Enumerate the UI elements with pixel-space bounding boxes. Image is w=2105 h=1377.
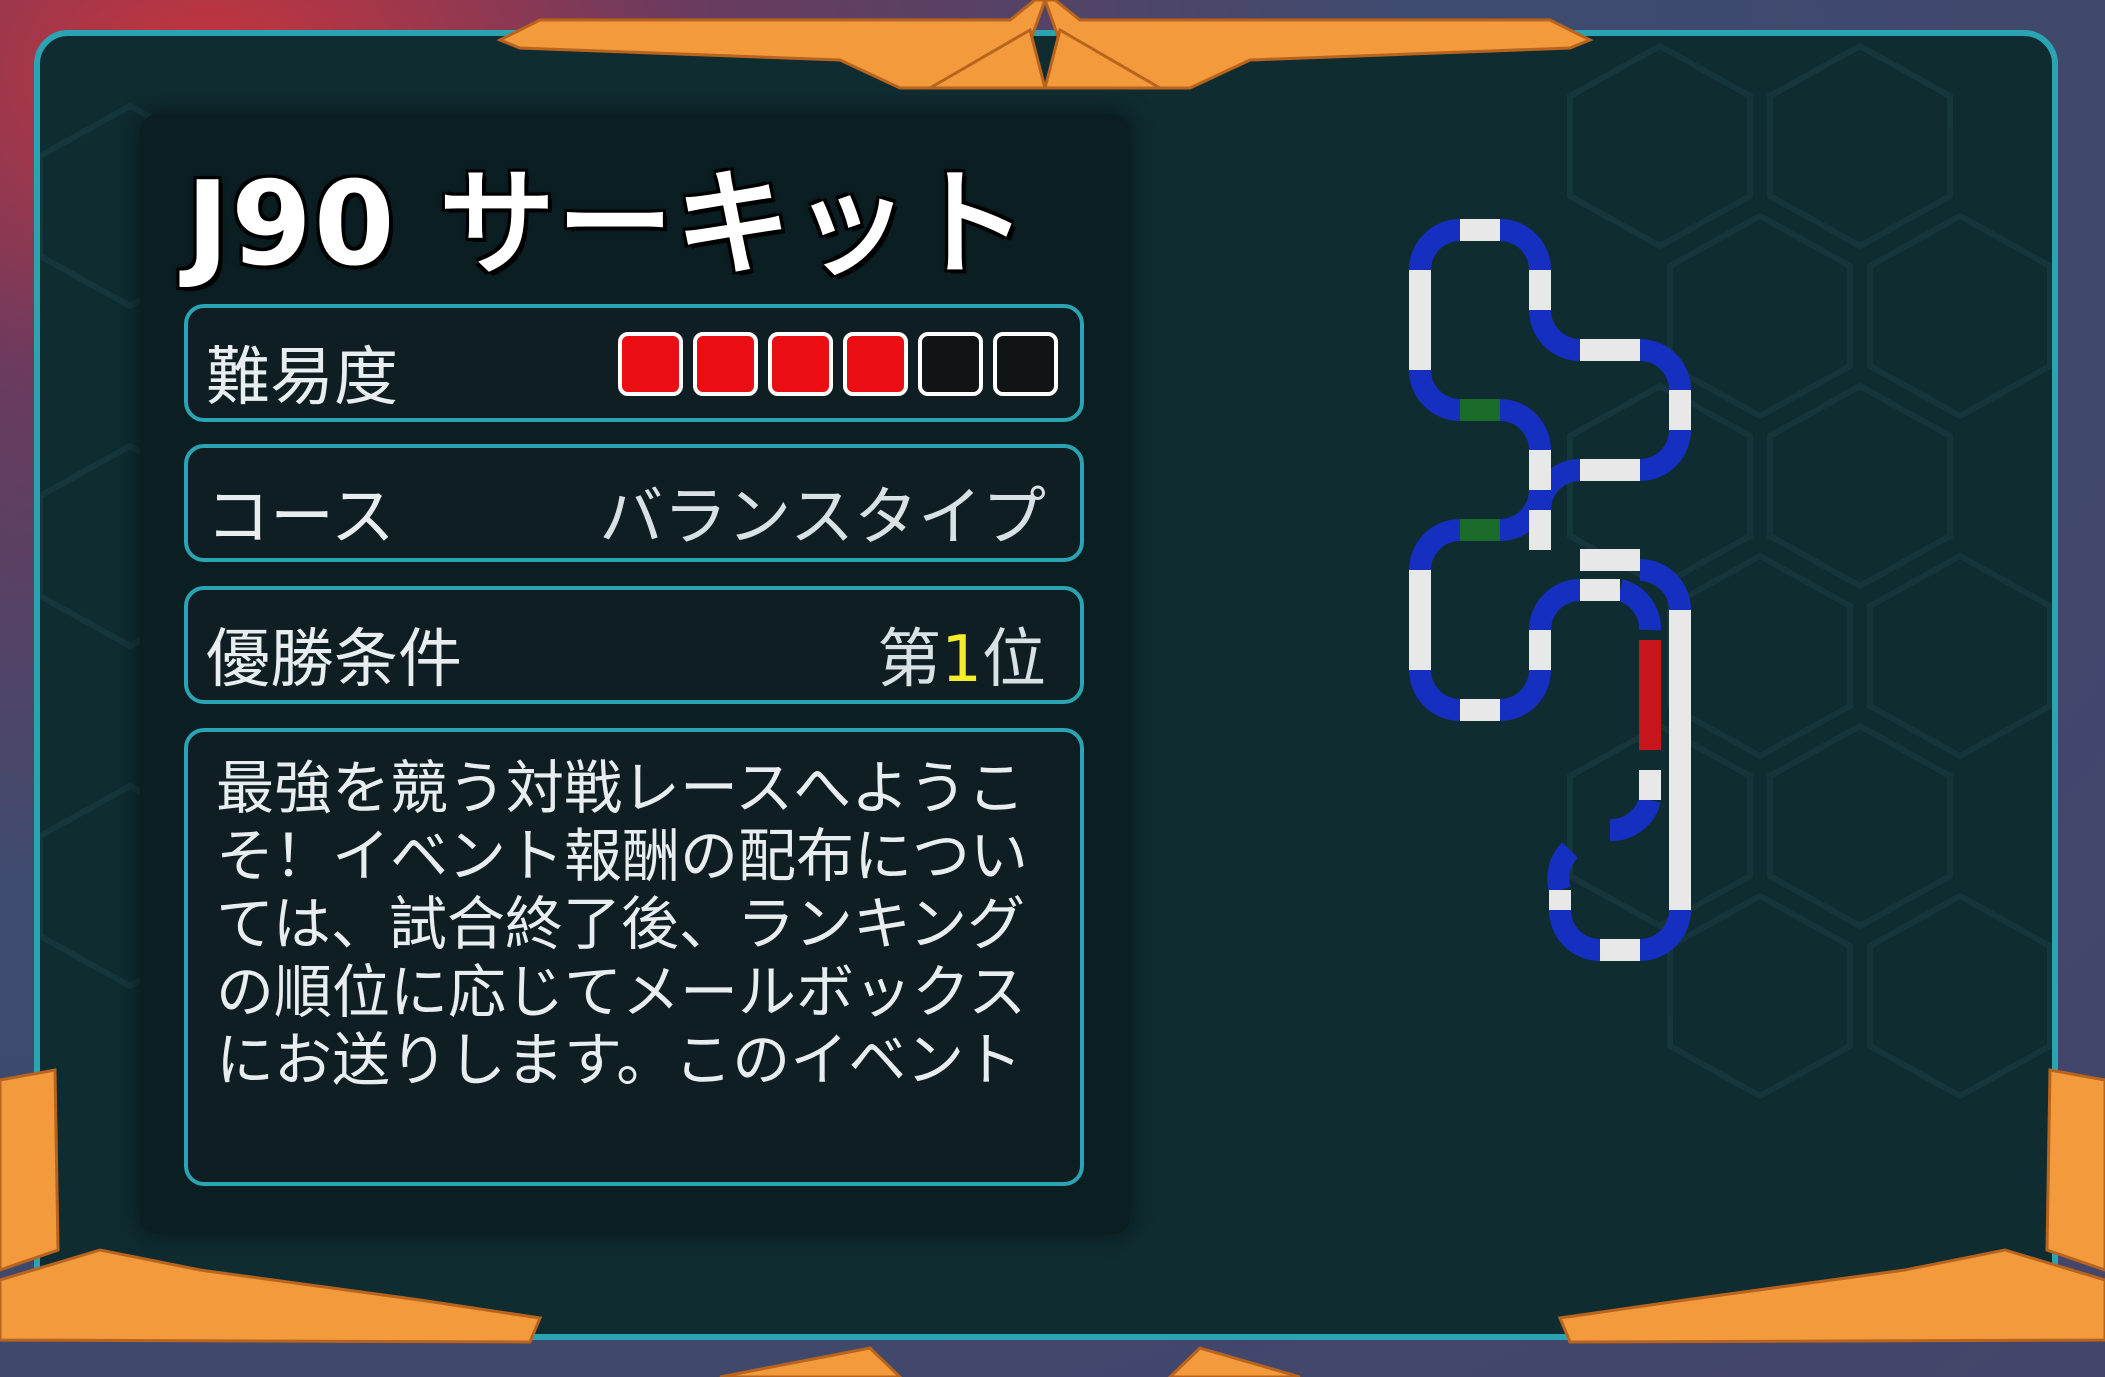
difficulty-pip-filled [843, 332, 908, 396]
win-prefix: 第 [877, 623, 942, 697]
difficulty-row: 難易度 [184, 304, 1084, 422]
course-map [1409, 219, 1691, 961]
course-label: コース [206, 481, 395, 555]
difficulty-label: 難易度 [206, 341, 398, 415]
course-row: コース バランスタイプ [184, 444, 1084, 562]
difficulty-pip-empty [993, 332, 1058, 396]
win-condition-row: 優勝条件 第1位 [184, 586, 1084, 704]
difficulty-meter [618, 332, 1058, 396]
event-description: 最強を競う対戦レースへようこそ！イベント報酬の配布については、試合終了後、ランキ… [216, 754, 1029, 1094]
difficulty-pip-filled [618, 332, 683, 396]
win-rank-number: 1 [941, 623, 982, 697]
difficulty-pip-empty [918, 332, 983, 396]
win-condition-value: 第1位 [877, 608, 1046, 700]
difficulty-pip-filled [693, 332, 758, 396]
description-box[interactable]: 最強を競う対戦レースへようこそ！イベント報酬の配布については、試合終了後、ランキ… [184, 728, 1084, 1186]
win-condition-label: 優勝条件 [206, 623, 462, 697]
difficulty-pip-filled [768, 332, 833, 396]
win-suffix: 位 [982, 623, 1046, 697]
course-value: バランスタイプ [599, 481, 1046, 555]
event-title: J90 サーキット [186, 157, 1029, 292]
